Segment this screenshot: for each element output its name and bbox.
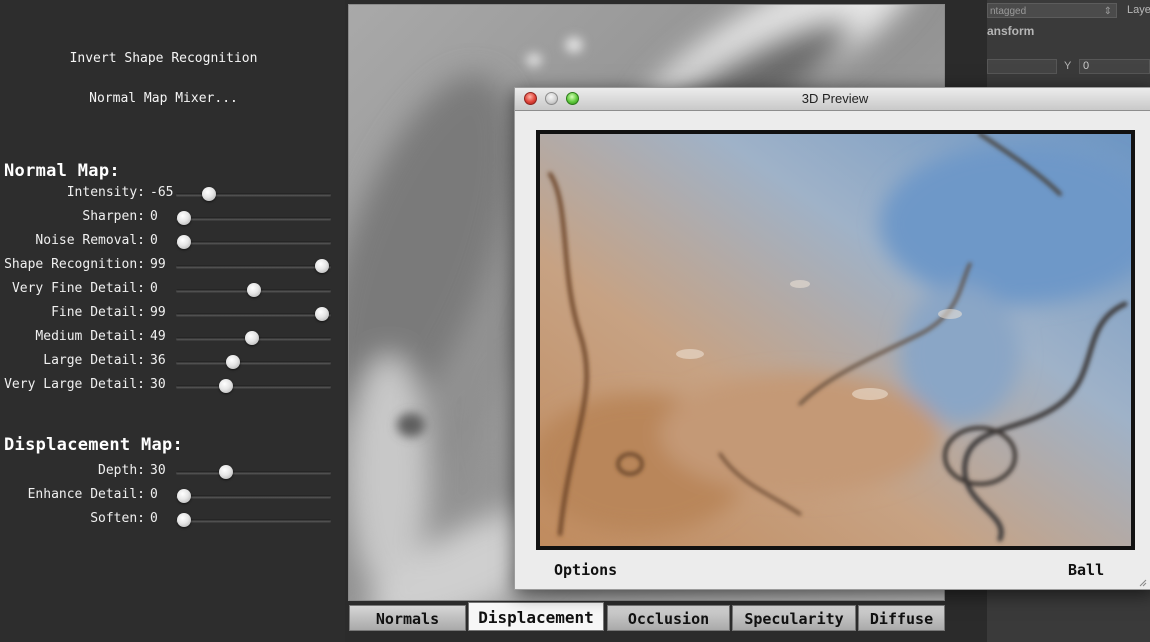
preview-render-image bbox=[540, 134, 1131, 546]
slider-knob[interactable] bbox=[201, 187, 216, 201]
slider-row: Depth: 30 bbox=[0, 462, 345, 482]
slider-track[interactable] bbox=[176, 361, 331, 364]
slider-knob[interactable] bbox=[226, 355, 241, 369]
tag-select[interactable]: ntagged ⇕ bbox=[987, 3, 1117, 18]
slider-value: 0 bbox=[150, 233, 158, 248]
slider-value: 30 bbox=[150, 463, 166, 478]
slider-value: 0 bbox=[150, 209, 158, 224]
slider-row: Intensity: -65 bbox=[0, 184, 345, 204]
slider-row: Shape Recognition: 99 bbox=[0, 256, 345, 276]
slider-value: 99 bbox=[150, 305, 166, 320]
tab-diffuse[interactable]: Diffuse bbox=[858, 605, 945, 631]
normal-map-heading: Normal Map: bbox=[4, 161, 120, 181]
slider-knob[interactable] bbox=[244, 331, 259, 345]
slider-value: 36 bbox=[150, 353, 166, 368]
normal-map-mixer-button[interactable]: Normal Map Mixer... bbox=[0, 91, 327, 106]
slider-label: Shape Recognition: bbox=[4, 257, 145, 272]
slider-track[interactable] bbox=[176, 217, 331, 220]
resize-grip-icon[interactable] bbox=[1137, 577, 1147, 587]
y-field[interactable]: 0 bbox=[1079, 59, 1150, 74]
tag-select-value: ntagged bbox=[990, 6, 1027, 17]
preview-title: 3D Preview bbox=[801, 91, 869, 106]
options-button[interactable]: Options bbox=[554, 561, 617, 579]
slider-track[interactable] bbox=[176, 241, 331, 244]
slider-row: Very Fine Detail: 0 bbox=[0, 280, 345, 300]
slider-row: Large Detail: 36 bbox=[0, 352, 345, 372]
slider-row: Medium Detail: 49 bbox=[0, 328, 345, 348]
slider-label: Soften: bbox=[90, 511, 145, 526]
slider-knob[interactable] bbox=[176, 235, 191, 249]
tab-displacement[interactable]: Displacement bbox=[468, 602, 604, 631]
slider-track[interactable] bbox=[176, 495, 331, 498]
slider-knob[interactable] bbox=[218, 465, 233, 479]
slider-value: 0 bbox=[150, 281, 158, 296]
select-arrows-icon: ⇕ bbox=[1103, 6, 1112, 17]
transform-heading: ansform bbox=[987, 24, 1035, 38]
slider-label: Fine Detail: bbox=[51, 305, 145, 320]
slider-label: Intensity: bbox=[66, 185, 145, 200]
slider-row: Noise Removal: 0 bbox=[0, 232, 345, 252]
slider-label: Noise Removal: bbox=[35, 233, 145, 248]
slider-knob[interactable] bbox=[314, 307, 329, 321]
slider-value: 99 bbox=[150, 257, 166, 272]
slider-track[interactable] bbox=[176, 265, 331, 268]
slider-row: Fine Detail: 99 bbox=[0, 304, 345, 324]
preview-window: 3D Preview Options Ball bbox=[514, 87, 1150, 590]
tab-normals[interactable]: Normals bbox=[349, 605, 466, 631]
slider-value: 49 bbox=[150, 329, 166, 344]
preview-viewport[interactable] bbox=[536, 130, 1135, 550]
slider-value: 0 bbox=[150, 511, 158, 526]
slider-row: Enhance Detail: 0 bbox=[0, 486, 345, 506]
slider-label: Depth: bbox=[98, 463, 145, 478]
ball-button[interactable]: Ball bbox=[1068, 561, 1104, 579]
y-label: Y bbox=[1064, 60, 1072, 72]
tab-occlusion[interactable]: Occlusion bbox=[607, 605, 730, 631]
slider-knob[interactable] bbox=[246, 283, 261, 297]
layer-label: Laye bbox=[1127, 4, 1150, 16]
slider-row: Sharpen: 0 bbox=[0, 208, 345, 228]
x-field[interactable] bbox=[987, 59, 1057, 74]
slider-track[interactable] bbox=[176, 519, 331, 522]
slider-label: Medium Detail: bbox=[35, 329, 145, 344]
slider-row: Very Large Detail: 30 bbox=[0, 376, 345, 396]
slider-track[interactable] bbox=[176, 385, 331, 388]
slider-label: Very Large Detail: bbox=[4, 377, 145, 392]
slider-track[interactable] bbox=[176, 313, 331, 316]
slider-row: Soften: 0 bbox=[0, 510, 345, 530]
slider-knob[interactable] bbox=[176, 513, 191, 527]
slider-knob[interactable] bbox=[176, 489, 191, 503]
slider-knob[interactable] bbox=[218, 379, 233, 393]
displacement-map-heading: Displacement Map: bbox=[4, 435, 184, 455]
slider-label: Enhance Detail: bbox=[27, 487, 145, 502]
slider-track[interactable] bbox=[176, 193, 331, 196]
slider-value: 0 bbox=[150, 487, 158, 502]
slider-value: 30 bbox=[150, 377, 166, 392]
slider-knob[interactable] bbox=[314, 259, 329, 273]
invert-shape-recognition-button[interactable]: Invert Shape Recognition bbox=[0, 51, 327, 66]
slider-knob[interactable] bbox=[176, 211, 191, 225]
preview-titlebar[interactable]: 3D Preview bbox=[515, 88, 1150, 111]
tab-specularity[interactable]: Specularity bbox=[732, 605, 856, 631]
slider-label: Sharpen: bbox=[82, 209, 145, 224]
slider-label: Large Detail: bbox=[43, 353, 145, 368]
control-panel: Invert Shape Recognition Normal Map Mixe… bbox=[0, 0, 345, 642]
map-tabs: Normals Displacement Occlusion Speculari… bbox=[349, 602, 945, 631]
slider-label: Very Fine Detail: bbox=[11, 281, 145, 296]
slider-value: -65 bbox=[150, 185, 174, 200]
slider-track[interactable] bbox=[176, 471, 331, 474]
